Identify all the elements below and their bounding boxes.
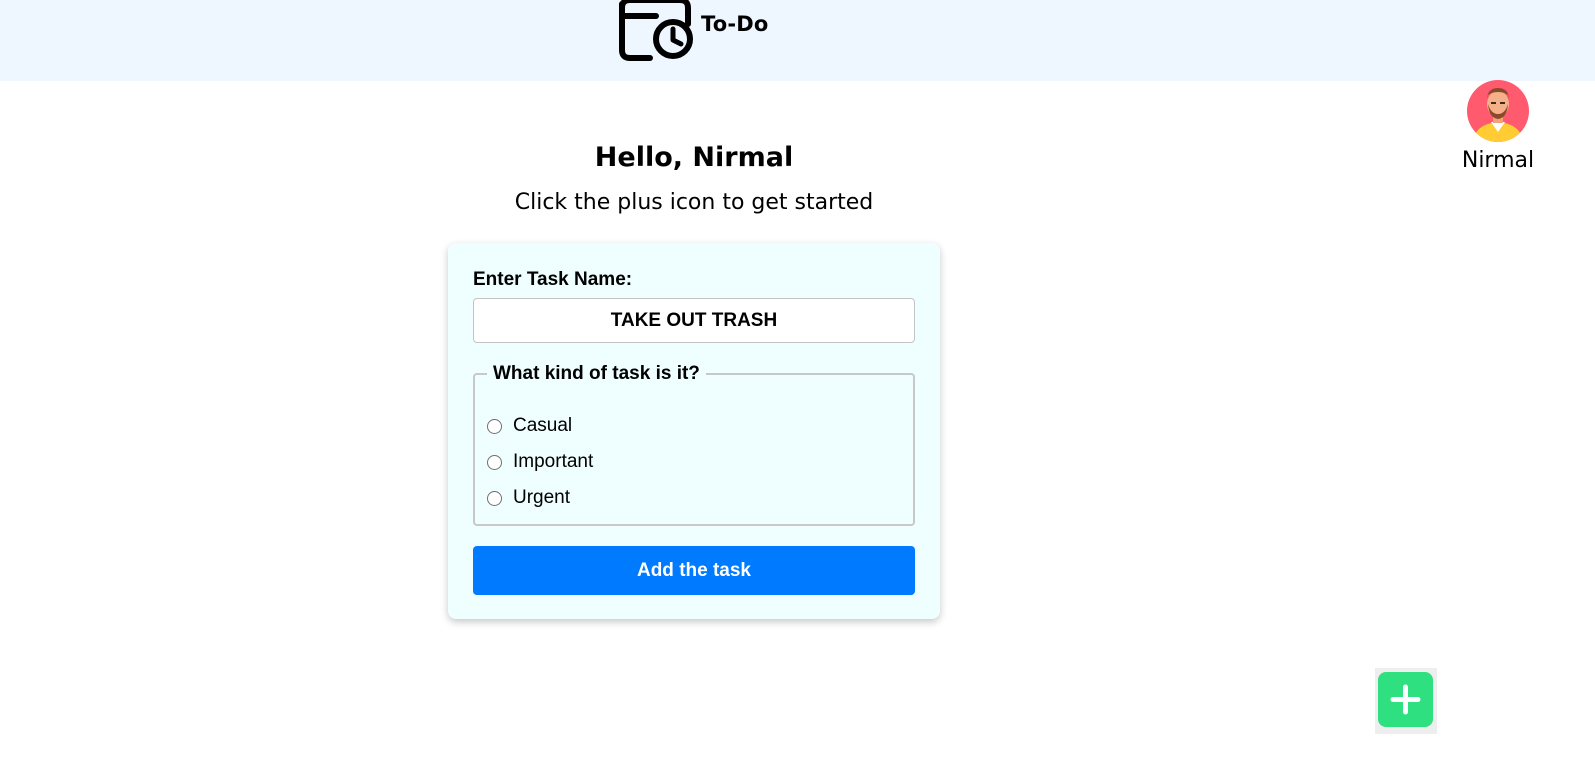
app-header: To-Do <box>0 0 1595 81</box>
user-avatar[interactable] <box>1467 80 1529 142</box>
calendar-clock-icon <box>619 0 693 61</box>
radio-option-casual[interactable]: Casual <box>487 415 572 437</box>
radio-option-urgent[interactable]: Urgent <box>487 487 570 509</box>
task-name-label: Enter Task Name: <box>473 269 633 290</box>
plus-icon <box>1390 684 1421 715</box>
add-task-form: Enter Task Name: What kind of task is it… <box>448 243 940 619</box>
radio-button[interactable] <box>487 454 502 470</box>
radio-button[interactable] <box>487 418 502 434</box>
radio-label: Important <box>513 451 594 472</box>
radio-option-important[interactable]: Important <box>487 451 593 473</box>
add-task-button[interactable]: Add the task <box>473 546 915 595</box>
radio-button[interactable] <box>487 490 502 506</box>
task-kind-legend: What kind of task is it? <box>493 363 700 384</box>
task-kind-fieldset: What kind of task is it? Casual Importan… <box>473 363 915 526</box>
add-fab-button[interactable] <box>1378 672 1433 727</box>
task-name-input[interactable] <box>473 298 915 343</box>
radio-label: Casual <box>513 415 573 436</box>
subtitle-text: Click the plus icon to get started <box>514 190 874 215</box>
profile-name: Nirmal <box>1461 148 1535 173</box>
add-fab-container <box>1375 668 1437 734</box>
radio-label: Urgent <box>513 487 571 508</box>
greeting-heading: Hello, Nirmal <box>594 142 794 173</box>
user-profile[interactable]: Nirmal <box>1456 80 1540 173</box>
app-title: To-Do <box>701 12 769 36</box>
